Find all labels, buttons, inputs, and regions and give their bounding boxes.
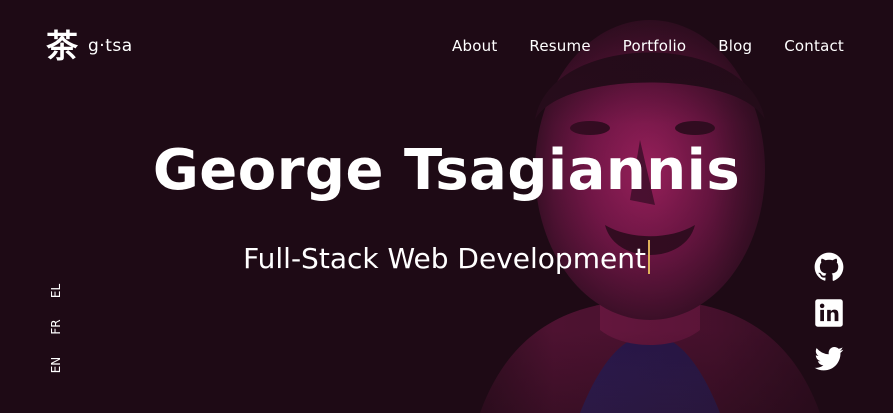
- github-link[interactable]: [814, 252, 844, 282]
- social-links: [814, 252, 844, 374]
- github-icon: [814, 252, 844, 281]
- nav-link-blog[interactable]: Blog: [718, 36, 752, 56]
- language-switcher: EL FR EN: [38, 278, 74, 378]
- hero-section: 茶 g·tsa About Resume Portfolio Blog Cont…: [0, 0, 893, 413]
- hero-title: George Tsagiannis: [152, 138, 741, 203]
- logo-text: g·tsa: [88, 36, 133, 56]
- main-nav: About Resume Portfolio Blog Contact: [452, 36, 844, 56]
- background-vignette: [0, 0, 893, 413]
- lang-fr[interactable]: FR: [49, 309, 63, 345]
- nav-link-resume[interactable]: Resume: [529, 36, 590, 56]
- hero-subtitle: Full-Stack Web Development: [243, 242, 646, 275]
- nav-link-portfolio[interactable]: Portfolio: [623, 36, 687, 56]
- lang-en[interactable]: EN: [49, 347, 63, 383]
- twitter-link[interactable]: [814, 344, 844, 374]
- linkedin-icon: [815, 299, 843, 327]
- typing-caret: [647, 240, 650, 274]
- nav-link-about[interactable]: About: [452, 36, 497, 56]
- hero-subtitle-wrapper: Full-Stack Web Development: [0, 240, 893, 278]
- lang-el[interactable]: EL: [49, 273, 63, 309]
- logo-mark: 茶: [46, 27, 79, 65]
- twitter-icon: [814, 346, 844, 371]
- nav-link-contact[interactable]: Contact: [784, 36, 844, 56]
- linkedin-link[interactable]: [814, 298, 844, 328]
- site-logo[interactable]: 茶 g·tsa: [46, 26, 133, 66]
